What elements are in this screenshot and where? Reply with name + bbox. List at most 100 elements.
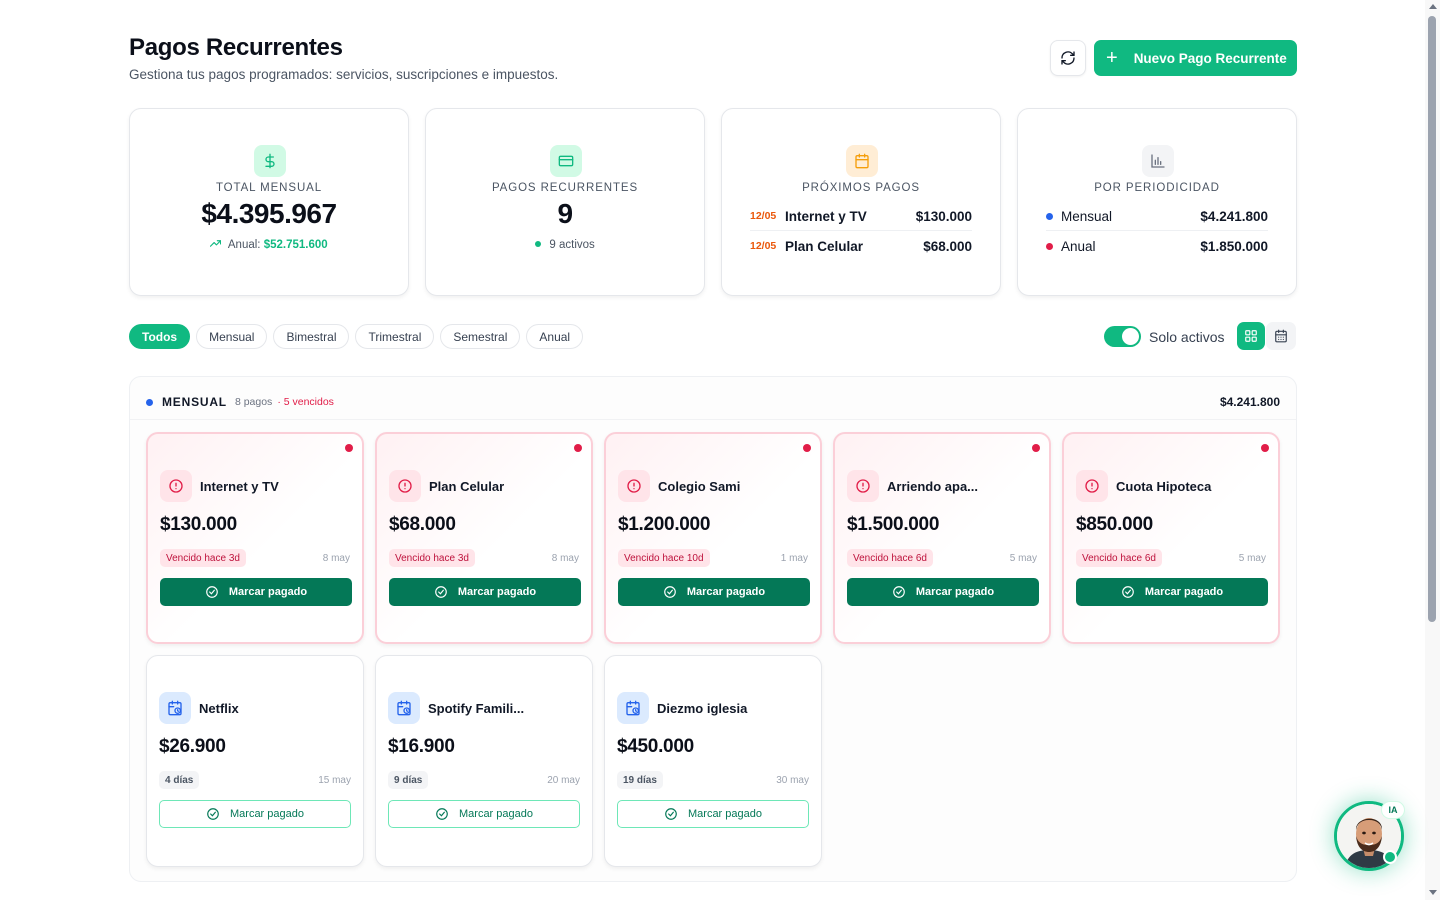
mark-paid-button[interactable]: Marcar pagado [847,578,1039,606]
group-header: MENSUAL 8 pagos · 5 vencidos [146,395,334,409]
check-circle-icon [435,586,447,598]
mark-paid-button[interactable]: Marcar pagado [389,578,581,606]
payment-card[interactable]: Diezmo iglesia $450.000 19 días 30 may M… [604,655,822,867]
alert-circle-icon [1076,470,1108,502]
upcoming-name: Plan Celular [785,238,864,254]
payment-amount: $850.000 [1076,514,1153,535]
check-circle-icon [665,808,677,820]
chip-semestral[interactable]: Semestral [440,324,521,349]
red-dot-icon [1046,242,1053,250]
alert-circle-icon [618,470,650,502]
payment-date: 5 may [1238,553,1266,564]
page-subtitle: Gestiona tus pagos programados: servicio… [129,67,559,82]
annual-label: Anual: [227,239,261,251]
scroll-down-icon[interactable] [1429,890,1437,895]
page-title: Pagos Recurrentes [129,34,343,61]
new-button-label: Nuevo Pago Recurrente [1133,50,1287,66]
payment-name: Internet y TV [200,479,279,494]
grid-icon [1245,330,1257,342]
status-badge: 19 días [617,771,663,789]
page-scrollbar[interactable] [1425,0,1440,900]
mark-paid-label: Marcar pagado [915,586,995,598]
ai-badge: IA [1381,801,1405,819]
payment-date: 1 may [780,553,808,564]
page-header: Pagos Recurrentes Gestiona tus pagos pro… [129,34,1297,84]
upcoming-name: Internet y TV [785,208,867,224]
payment-card[interactable]: Spotify Famili... $16.900 9 días 20 may … [375,655,593,867]
payment-card[interactable]: Plan Celular $68.000 Vencido hace 3d 8 m… [375,432,593,644]
mark-paid-button[interactable]: Marcar pagado [1076,578,1268,606]
group-total: $4.241.800 [1219,395,1280,409]
chip-mensual[interactable]: Mensual [196,324,268,349]
active-dot-icon [535,241,542,247]
group-count: 8 pagos [234,396,273,408]
overdue-dot-icon [803,444,811,452]
payment-amount: $26.900 [159,736,226,757]
group-overdue: · 5 vencidos [277,396,334,408]
payment-amount: $16.900 [388,736,455,757]
scroll-thumb[interactable] [1428,16,1436,622]
stat-label: PRÓXIMOS PAGOS [802,182,920,194]
refresh-button[interactable] [1050,40,1086,76]
alert-circle-icon [847,470,879,502]
mark-paid-button[interactable]: Marcar pagado [618,578,810,606]
active-count: 9 activos [549,239,595,251]
trend-up-icon [210,240,222,247]
payment-amount: $450.000 [617,736,694,757]
periodicity-item: Anual $1.850.000 [1046,235,1268,257]
payment-card[interactable]: Internet y TV $130.000 Vencido hace 3d 8… [146,432,364,644]
upcoming-item: 12/05 Plan Celular $68.000 [750,235,972,257]
payment-card[interactable]: Colegio Sami $1.200.000 Vencido hace 10d… [604,432,822,644]
mark-paid-label: Marcar pagado [228,586,308,598]
payment-date: 15 may [318,775,351,786]
period-filter-chips: Todos Mensual Bimestral Trimestral Semes… [129,324,589,349]
divider [130,419,1296,420]
scroll-up-icon[interactable] [1429,4,1437,9]
online-status-dot [1383,850,1397,864]
stat-value: 9 [557,198,573,229]
mark-paid-label: Marcar pagado [230,808,304,820]
upcoming-date: 12/05 [750,240,777,252]
stats-row: TOTAL MENSUAL $4.395.967 Anual: $52.751.… [129,108,1297,296]
chip-trimestral[interactable]: Trimestral [355,324,435,349]
chip-todos[interactable]: Todos [129,324,191,349]
payment-name: Cuota Hipoteca [1116,479,1212,494]
mark-paid-button[interactable]: Marcar pagado [160,578,352,606]
calendar-icon [1275,329,1287,343]
payment-amount: $130.000 [160,514,237,535]
stat-active: 9 activos [426,239,704,251]
stat-card-total: TOTAL MENSUAL $4.395.967 Anual: $52.751.… [129,108,409,296]
chip-anual[interactable]: Anual [526,324,584,349]
overdue-dot-icon [1261,444,1269,452]
payment-amount: $68.000 [389,514,456,535]
payment-card[interactable]: Netflix $26.900 4 días 15 may Marcar pag… [146,655,364,867]
status-badge: 9 días [388,771,429,789]
calendar-clock-icon [388,692,420,724]
stat-label: POR PERIODICIDAD [1094,182,1220,194]
payment-card[interactable]: Arriendo apa... $1.500.000 Vencido hace … [833,432,1051,644]
mark-paid-button[interactable]: Marcar pagado [159,800,351,828]
new-recurring-payment-button[interactable]: + Nuevo Pago Recurrente [1094,40,1297,76]
mark-paid-label: Marcar pagado [457,586,537,598]
overdue-dot-icon [1032,444,1040,452]
status-badge: 4 días [159,771,200,789]
stat-card-count: PAGOS RECURRENTES 9 9 activos [425,108,705,296]
upcoming-amount: $130.000 [915,208,972,224]
payment-name: Netflix [199,701,239,716]
calendar-view-button[interactable] [1266,322,1296,350]
alert-circle-icon [160,470,192,502]
payment-card[interactable]: Cuota Hipoteca $850.000 Vencido hace 6d … [1062,432,1280,644]
check-circle-icon [1122,586,1134,598]
payment-name: Spotify Famili... [428,701,525,716]
only-active-toggle[interactable] [1104,326,1141,347]
mark-paid-button[interactable]: Marcar pagado [617,800,809,828]
calendar-clock-icon [617,692,649,724]
alert-circle-icon [389,470,421,502]
stat-card-upcoming: PRÓXIMOS PAGOS 12/05 Internet y TV $130.… [721,108,1001,296]
mark-paid-button[interactable]: Marcar pagado [388,800,580,828]
bar-chart-icon [1142,145,1174,177]
payment-date: 5 may [1009,553,1037,564]
grid-view-button[interactable] [1237,322,1265,350]
chip-bimestral[interactable]: Bimestral [273,324,350,349]
stat-label: TOTAL MENSUAL [215,182,323,194]
